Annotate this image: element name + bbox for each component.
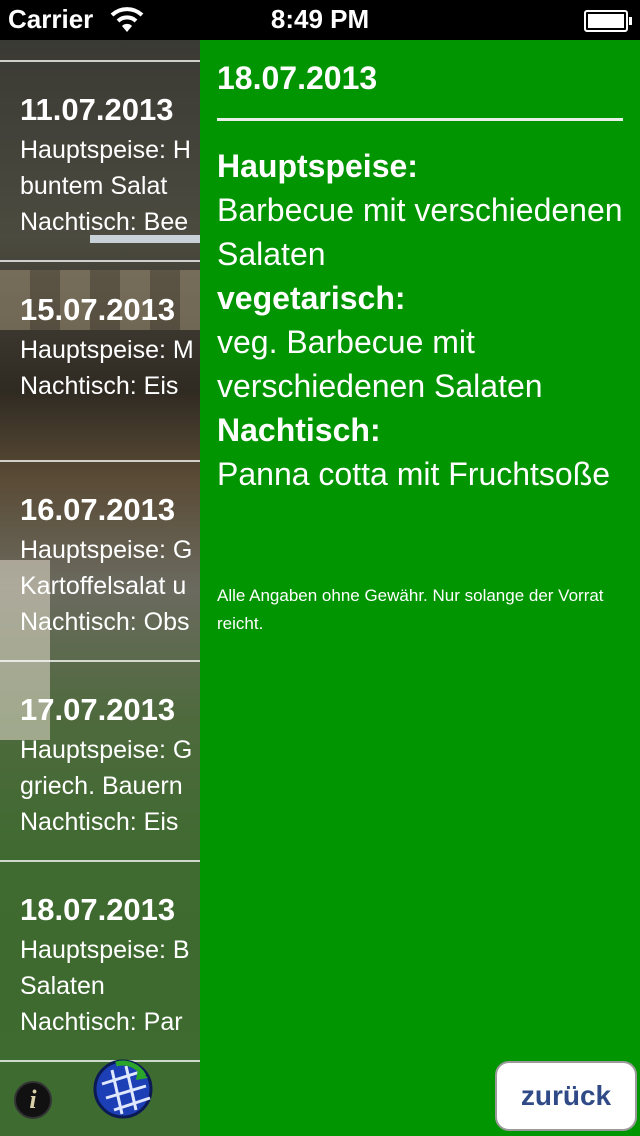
dessert-text: Panna cotta mit Fruchtsoße	[217, 456, 611, 492]
info-icon[interactable]: i	[14, 1081, 52, 1119]
main-course-label: Hauptspeise:	[217, 148, 418, 184]
status-bar: Carrier 8:49 PM	[0, 0, 640, 40]
clock: 8:49 PM	[270, 4, 370, 34]
divider	[217, 118, 623, 121]
globe-sync-icon[interactable]	[92, 1058, 154, 1120]
detail-panel: 18.07.2013 Hauptspeise: Barbecue mit ver…	[200, 40, 640, 1136]
dessert-label: Nachtisch:	[217, 412, 381, 448]
battery-icon	[584, 10, 632, 32]
detail-date: 18.07.2013	[217, 60, 378, 96]
vegetarian-label: vegetarisch:	[217, 280, 406, 316]
vegetarian-text: veg. Barbecue mit verschiedenen Salaten	[217, 324, 543, 404]
disclaimer: Alle Angaben ohne Gewähr. Nur solange de…	[217, 586, 604, 633]
detail-menu: Hauptspeise: Barbecue mit verschiedenen …	[217, 144, 632, 496]
back-button[interactable]: zurück	[495, 1061, 637, 1131]
main-course-text: Barbecue mit verschiedenen Salaten	[217, 192, 623, 272]
